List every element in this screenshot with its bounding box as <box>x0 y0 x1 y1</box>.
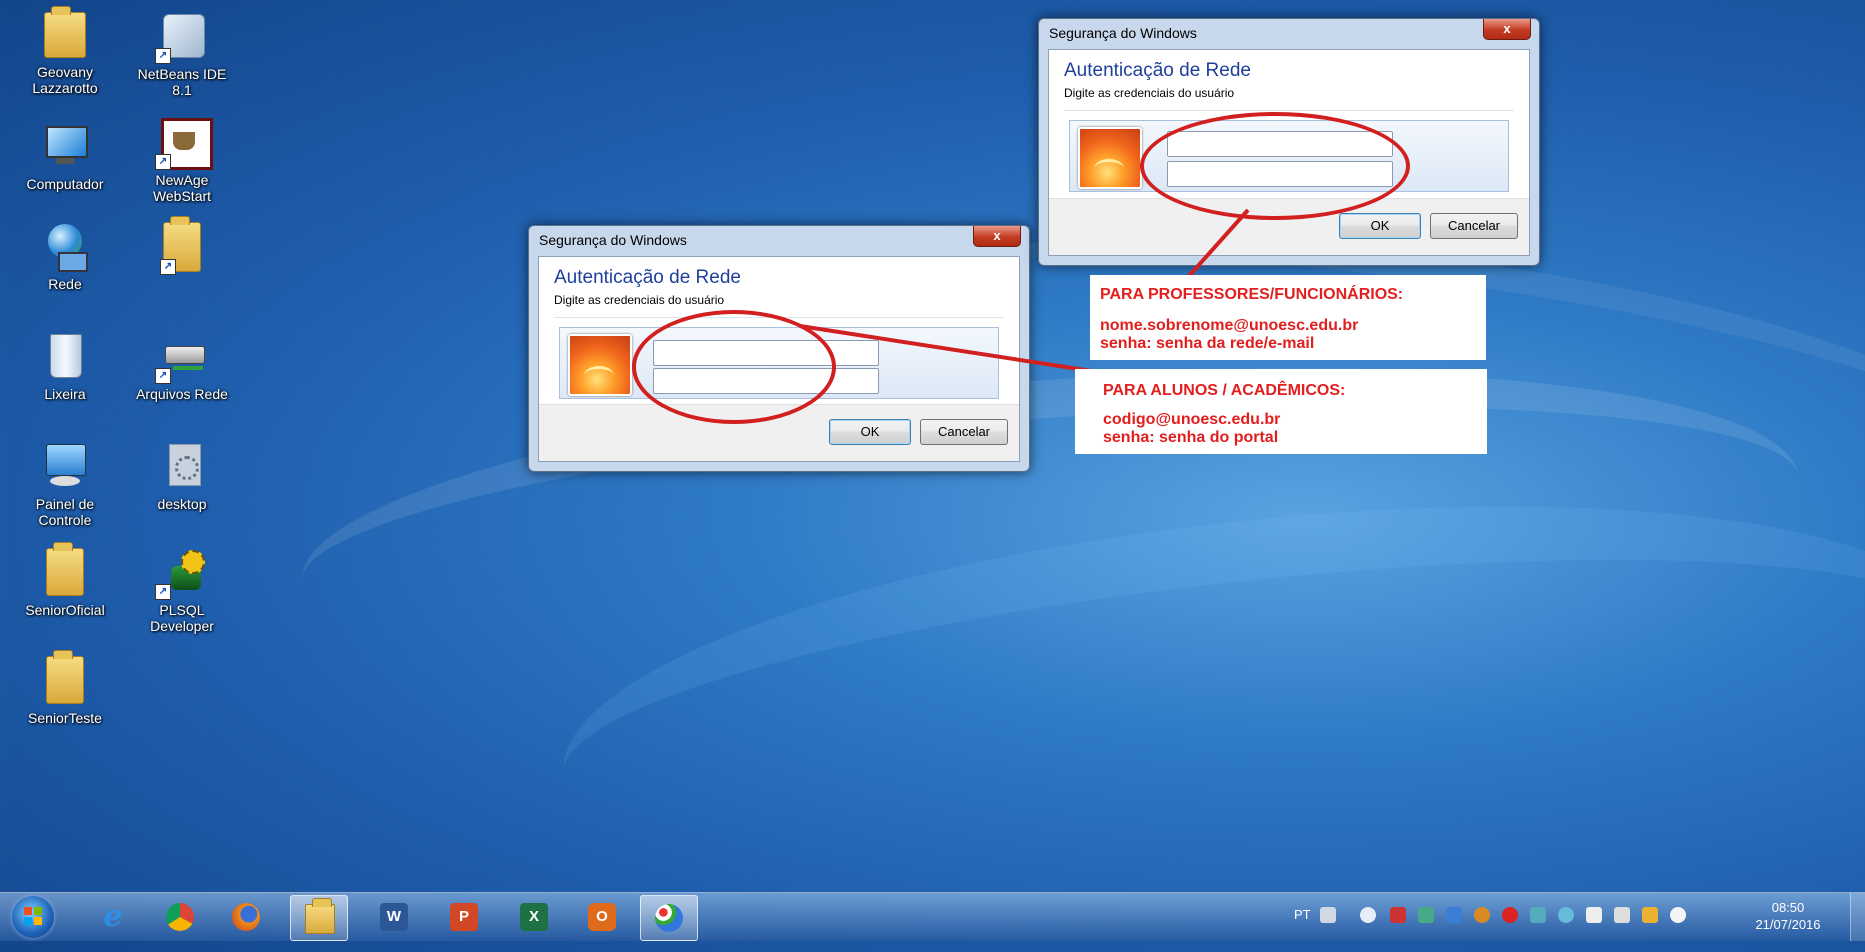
staff-password: senha: senha da rede/e-mail <box>1100 335 1315 352</box>
clock-date: 21/07/2016 <box>1755 917 1821 932</box>
system-tray <box>1320 905 1740 929</box>
action-center-flag-icon[interactable] <box>1586 907 1602 923</box>
show-desktop-button[interactable] <box>1850 893 1865 941</box>
outlook-icon: O <box>588 903 616 931</box>
app-tray-icon[interactable] <box>1558 907 1574 923</box>
network-signal-icon[interactable] <box>1642 907 1658 923</box>
annotation-lines <box>799 208 1250 374</box>
taskbar-file-explorer[interactable] <box>290 895 348 941</box>
word-icon: W <box>380 903 408 931</box>
student-username: codigo@unoesc.edu.br <box>1103 411 1281 428</box>
powerpoint-icon: P <box>450 903 478 931</box>
clock[interactable]: 08:50 21/07/2016 <box>1748 899 1828 933</box>
taskbar-internet-explorer[interactable]: e <box>85 895 141 939</box>
taskbar: e W P X O PT 08:50 21/07/2016 <box>0 892 1865 941</box>
student-password: senha: senha do portal <box>1103 429 1279 446</box>
staff-credentials-note: PARA PROFESSORES/FUNCIONÁRIOS: nome.sobr… <box>1090 275 1486 360</box>
taskbar-paint[interactable] <box>640 895 698 941</box>
device-icon[interactable] <box>1614 907 1630 923</box>
windows-logo-icon <box>24 907 42 925</box>
security-icon[interactable] <box>1390 907 1406 923</box>
arrow-line <box>799 324 1099 374</box>
clock-time: 08:50 <box>1771 900 1805 915</box>
opera-icon[interactable] <box>1502 907 1518 923</box>
file-explorer-icon <box>305 898 335 934</box>
onedrive-icon[interactable] <box>1446 907 1462 923</box>
bluetooth-icon[interactable] <box>1360 907 1376 923</box>
taskbar-word[interactable]: W <box>366 895 422 939</box>
student-credentials-note: PARA ALUNOS / ACADÊMICOS: codigo@unoesc.… <box>1075 369 1487 454</box>
sync-icon[interactable] <box>1418 907 1434 923</box>
staff-username: nome.sobrenome@unoesc.edu.br <box>1100 317 1359 334</box>
language-indicator[interactable]: PT <box>1294 907 1311 922</box>
start-button[interactable] <box>12 896 54 938</box>
excel-icon: X <box>520 903 548 931</box>
student-heading: PARA ALUNOS / ACADÊMICOS: <box>1103 382 1346 399</box>
taskbar-firefox[interactable] <box>218 895 274 939</box>
firefox-icon <box>232 903 260 931</box>
paint-icon <box>655 904 683 932</box>
network-status-icon[interactable] <box>1530 907 1546 923</box>
internet-explorer-icon: e <box>103 899 123 934</box>
keyboard-icon[interactable] <box>1320 907 1336 923</box>
chrome-icon <box>166 903 194 931</box>
staff-heading: PARA PROFESSORES/FUNCIONÁRIOS: <box>1100 286 1404 303</box>
volume-icon[interactable] <box>1670 907 1686 923</box>
taskbar-excel[interactable]: X <box>506 895 562 939</box>
app-tray-icon[interactable] <box>1474 907 1490 923</box>
taskbar-outlook[interactable]: O <box>574 895 630 939</box>
taskbar-chrome[interactable] <box>152 895 208 939</box>
taskbar-powerpoint[interactable]: P <box>436 895 492 939</box>
